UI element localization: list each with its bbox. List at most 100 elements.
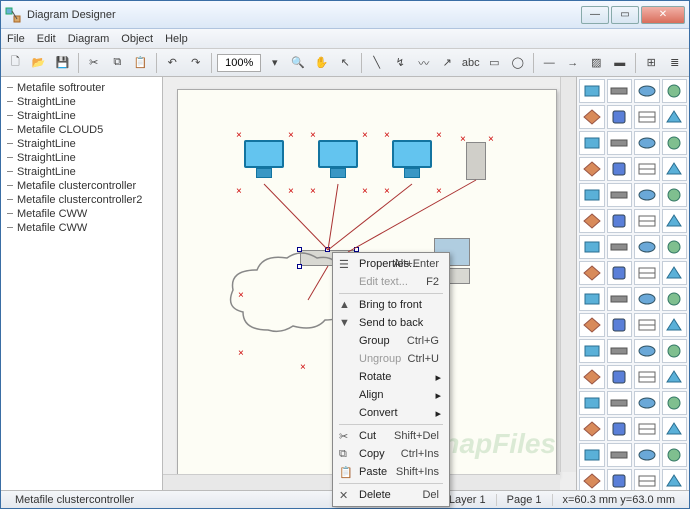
tree-item[interactable]: StraightLine <box>3 165 160 179</box>
selection-handle[interactable] <box>325 247 330 252</box>
palette-shape[interactable] <box>662 235 688 259</box>
palette-shape[interactable] <box>662 287 688 311</box>
maximize-button[interactable]: ▭ <box>611 6 639 24</box>
palette-shape[interactable] <box>607 469 633 490</box>
ellipse-icon[interactable]: ◯ <box>508 52 529 74</box>
palette-shape[interactable] <box>607 261 633 285</box>
rect-icon[interactable]: ▭ <box>484 52 505 74</box>
palette-shape[interactable] <box>579 209 605 233</box>
palette-shape[interactable] <box>662 157 688 181</box>
palette-shape[interactable] <box>607 391 633 415</box>
palette-shape[interactable] <box>634 79 660 103</box>
ctx-rotate[interactable]: Rotate▸ <box>335 368 447 386</box>
palette-shape[interactable] <box>579 469 605 490</box>
palette-shape[interactable] <box>579 79 605 103</box>
tree-item[interactable]: StraightLine <box>3 151 160 165</box>
palette-shape[interactable] <box>579 157 605 181</box>
tree-item[interactable]: Metafile CWW <box>3 221 160 235</box>
palette-shape[interactable] <box>634 105 660 129</box>
tree-item[interactable]: StraightLine <box>3 137 160 151</box>
ctx-align[interactable]: Align▸ <box>335 386 447 404</box>
palette-shape[interactable] <box>607 417 633 441</box>
server-node[interactable] <box>466 142 486 180</box>
palette-shape[interactable] <box>634 443 660 467</box>
tree-item[interactable]: StraightLine <box>3 95 160 109</box>
zoom-dropdown-icon[interactable]: ▾ <box>264 52 285 74</box>
palette-shape[interactable] <box>634 313 660 337</box>
object-tree[interactable]: Metafile softrouter StraightLine Straigh… <box>1 77 163 490</box>
palette-shape[interactable] <box>607 443 633 467</box>
palette-shape[interactable] <box>662 339 688 363</box>
palette-shape[interactable] <box>634 261 660 285</box>
tree-item[interactable]: Metafile clustercontroller <box>3 179 160 193</box>
zoom-field[interactable]: 100% <box>217 54 262 72</box>
palette-shape[interactable] <box>607 313 633 337</box>
palette-shape[interactable] <box>607 235 633 259</box>
linecolor-icon[interactable]: ▬ <box>610 52 631 74</box>
palette-shape[interactable] <box>579 313 605 337</box>
palette-shape[interactable] <box>607 131 633 155</box>
copy-icon[interactable]: ⧉ <box>107 52 128 74</box>
ctx-properties[interactable]: ☰Properties...Alt+Enter <box>335 255 447 273</box>
group-icon[interactable]: ⊞ <box>641 52 662 74</box>
palette-shape[interactable] <box>634 131 660 155</box>
palette-shape[interactable] <box>662 391 688 415</box>
tree-item[interactable]: StraightLine <box>3 109 160 123</box>
palette-shape[interactable] <box>662 79 688 103</box>
menu-edit[interactable]: Edit <box>37 33 56 45</box>
palette-shape[interactable] <box>634 417 660 441</box>
palette-shape[interactable] <box>607 157 633 181</box>
palette-shape[interactable] <box>579 339 605 363</box>
tree-item[interactable]: Metafile CLOUD5 <box>3 123 160 137</box>
palette-shape[interactable] <box>634 339 660 363</box>
palette-shape[interactable] <box>634 469 660 490</box>
status-page[interactable]: Page 1 <box>497 494 553 506</box>
menu-file[interactable]: File <box>7 33 25 45</box>
palette-shape[interactable] <box>634 183 660 207</box>
palette-shape[interactable] <box>607 79 633 103</box>
palette-shape[interactable] <box>579 105 605 129</box>
redo-icon[interactable]: ↷ <box>185 52 206 74</box>
cut-icon[interactable]: ✂ <box>83 52 104 74</box>
palette-shape[interactable] <box>579 261 605 285</box>
menu-help[interactable]: Help <box>165 33 188 45</box>
minimize-button[interactable]: — <box>581 6 609 24</box>
tree-item[interactable]: Metafile softrouter <box>3 81 160 95</box>
line-icon[interactable]: ╲ <box>366 52 387 74</box>
curve-icon[interactable]: 〰 <box>413 52 434 74</box>
palette-shape[interactable] <box>634 235 660 259</box>
vertical-scrollbar[interactable] <box>560 77 576 472</box>
shape-palette[interactable] <box>577 77 689 490</box>
tree-item[interactable]: Metafile clustercontroller2 <box>3 193 160 207</box>
ctx-delete[interactable]: ✕DeleteDel <box>335 486 447 504</box>
palette-shape[interactable] <box>607 183 633 207</box>
pc-node[interactable] <box>238 140 290 184</box>
ctx-paste[interactable]: 📋PasteShift+Ins <box>335 463 447 481</box>
fillcolor-icon[interactable]: ▨ <box>586 52 607 74</box>
tree-item[interactable]: Metafile CWW <box>3 207 160 221</box>
palette-shape[interactable] <box>662 365 688 389</box>
pc-node[interactable] <box>386 140 438 184</box>
menu-object[interactable]: Object <box>121 33 153 45</box>
palette-shape[interactable] <box>662 105 688 129</box>
palette-shape[interactable] <box>662 261 688 285</box>
selection-handle[interactable] <box>297 264 302 269</box>
palette-shape[interactable] <box>634 391 660 415</box>
palette-shape[interactable] <box>607 365 633 389</box>
palette-shape[interactable] <box>634 365 660 389</box>
palette-shape[interactable] <box>579 131 605 155</box>
palette-shape[interactable] <box>579 365 605 389</box>
palette-shape[interactable] <box>662 313 688 337</box>
pc-node[interactable] <box>312 140 364 184</box>
zoomtool-icon[interactable]: 🔍 <box>288 52 309 74</box>
undo-icon[interactable]: ↶ <box>162 52 183 74</box>
open-icon[interactable]: 📂 <box>29 52 50 74</box>
connector-icon[interactable]: ↯ <box>390 52 411 74</box>
layers-icon[interactable]: ≣ <box>664 52 685 74</box>
palette-shape[interactable] <box>607 287 633 311</box>
ctx-cut[interactable]: ✂CutShift+Del <box>335 427 447 445</box>
paste-icon[interactable]: 📋 <box>131 52 152 74</box>
palette-shape[interactable] <box>579 235 605 259</box>
new-icon[interactable]: 🗋 <box>5 52 26 74</box>
hand-icon[interactable]: ✋ <box>312 52 333 74</box>
